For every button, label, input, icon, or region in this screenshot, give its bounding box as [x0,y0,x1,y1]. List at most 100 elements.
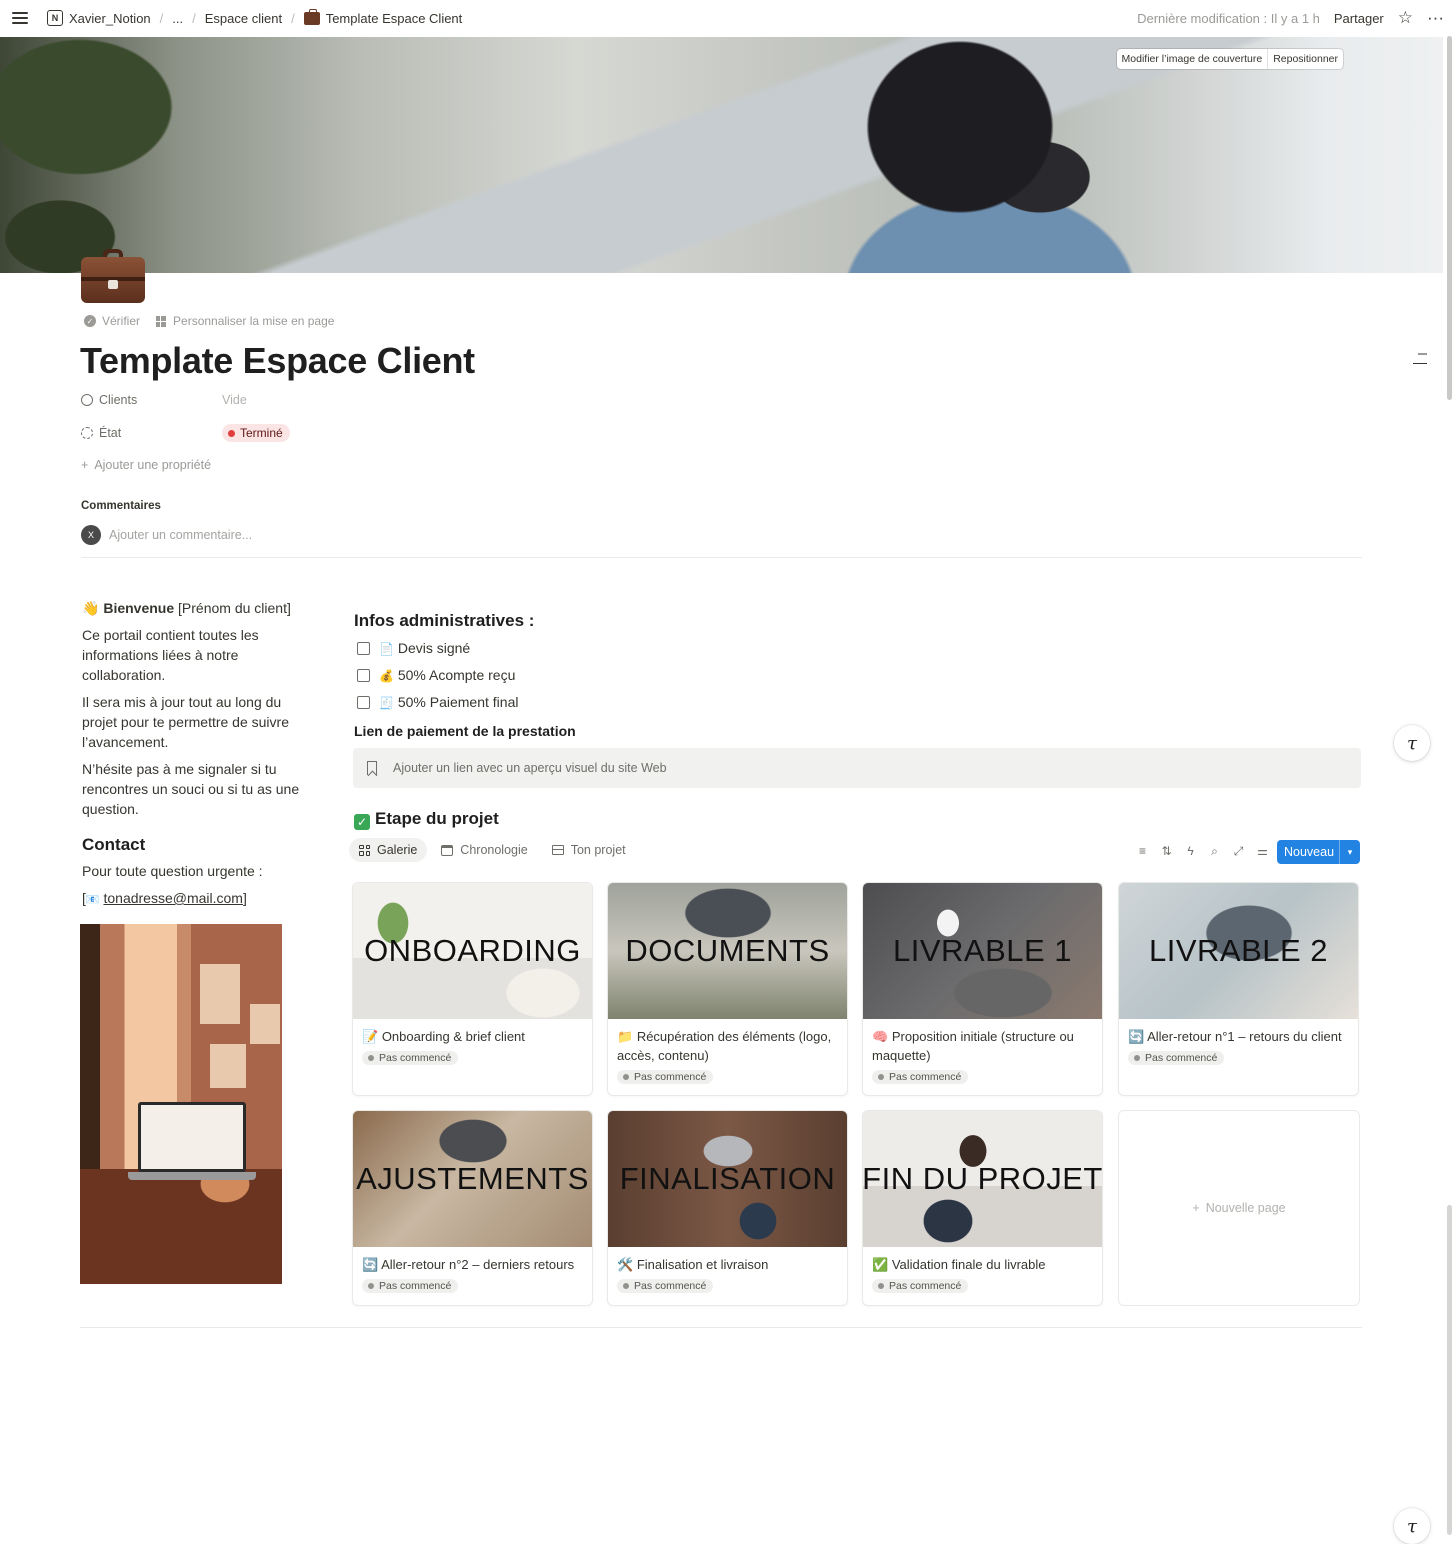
card-title: ✅ Validation finale du livrable [872,1255,1093,1274]
settings-icon[interactable]: ⚌ [1256,844,1269,859]
gallery-card[interactable]: FIN DU PROJET ✅ Validation finale du liv… [862,1110,1103,1306]
cover-image: Modifier l’image de couverture Repositio… [0,37,1443,273]
comment-input-row[interactable]: X Ajouter un commentaire... [81,525,252,545]
checkbox[interactable] [357,668,370,682]
briefcase-icon [303,8,320,25]
bracket: ] [242,890,247,906]
page-icon-briefcase[interactable] [81,249,145,303]
card-cover-text: ONBOARDING [364,933,581,968]
expand-icon[interactable]: ⤢ [1232,844,1245,859]
status-badge: Pas commencé [362,1051,459,1065]
card-title: 📁 Récupération des éléments (logo, accès… [617,1027,838,1065]
check-mark-icon: ✅ [872,1257,889,1272]
chevron-down-icon[interactable]: ▾ [1339,840,1360,864]
email-link[interactable]: tonadresse@mail.com [103,890,243,906]
person-icon [81,394,93,406]
tools-icon: 🛠️ [617,1257,634,1272]
property-name: État [99,426,122,440]
menu-icon[interactable] [12,12,28,24]
card-cover: FINALISATION [608,1111,847,1247]
check-mark-icon: ✓ [354,814,370,830]
gallery-card[interactable]: FINALISATION 🛠️ Finalisation et livraiso… [607,1110,848,1306]
view-tabs: Galerie Chronologie Ton projet [349,838,636,862]
last-modified: Dernière modification : Il y a 1 h [1137,10,1320,26]
breadcrumb-parent[interactable]: Espace client [202,9,285,28]
search-icon[interactable]: ⌕ [1208,844,1221,859]
breadcrumb-separator: / [192,10,196,26]
sort-icon[interactable]: ⇅ [1160,844,1173,859]
todo-item[interactable]: 🧾 50% Paiement final [357,694,518,710]
new-page-card[interactable]: + Nouvelle page [1118,1110,1360,1306]
welcome-paragraph-3: N’hésite pas à me signaler si tu rencont… [82,761,300,817]
page-title[interactable]: Template Espace Client [80,340,475,382]
breadcrumb-current[interactable]: Template Espace Client [301,8,466,28]
tab-gallery[interactable]: Galerie [349,838,428,862]
divider [81,557,1362,558]
automation-icon[interactable]: ϟ [1184,844,1197,859]
welcome-paragraph-2: Il sera mis à jour tout au long du proje… [82,694,289,750]
gallery-card[interactable]: ONBOARDING 📝 Onboarding & brief client P… [352,882,593,1096]
todo-item[interactable]: 📄 Devis signé [357,640,470,656]
property-clients[interactable]: Clients Vide [81,393,247,407]
gallery-card[interactable]: AJUSTEMENTS 🔄 Aller-retour n°2 – dernier… [352,1110,593,1306]
bookmark-placeholder[interactable]: Ajouter un lien avec un aperçu visuel du… [353,748,1361,788]
breadcrumb-separator: / [159,10,164,26]
client-name-placeholder: [Prénom du client] [178,600,291,616]
card-cover-text: FIN DU PROJET [863,1161,1102,1196]
star-icon[interactable]: ☆ [1398,8,1413,28]
property-value[interactable]: Vide [222,393,247,407]
status-dot [228,429,235,437]
verify-button[interactable]: ✓ Vérifier [84,314,140,328]
ai-assistant-icon[interactable]: 𝜏 [1394,1508,1430,1544]
checkbox[interactable] [357,641,370,655]
memo-icon: 📝 [362,1029,379,1044]
cover-controls: Modifier l’image de couverture Repositio… [1116,49,1343,69]
document-icon: 📄 [379,642,394,656]
divider [80,1327,1362,1328]
gallery-card[interactable]: LIVRABLE 2 🔄 Aller-retour n°1 – retours … [1118,882,1359,1096]
reposition-button[interactable]: Repositionner [1267,49,1343,69]
money-bag-icon: 💰 [379,669,394,683]
tab-your-project[interactable]: Ton projet [542,838,636,862]
customize-layout-button[interactable]: Personnaliser la mise en page [156,314,334,328]
filter-icon[interactable]: ≡ [1136,844,1149,859]
status-badge: Pas commencé [872,1070,969,1084]
layout-icon [156,315,167,327]
receipt-icon: 🧾 [379,696,394,710]
add-property-button[interactable]: + Ajouter une propriété [81,458,211,472]
status-label: Pas commencé [1145,1052,1218,1064]
change-cover-button[interactable]: Modifier l’image de couverture [1117,49,1268,69]
checkbox[interactable] [357,695,370,709]
tab-label: Ton projet [570,843,626,857]
new-page-label: Nouvelle page [1205,1201,1286,1215]
plus-icon: + [81,458,89,472]
card-title: 📝 Onboarding & brief client [362,1027,583,1046]
card-cover: ONBOARDING [353,883,592,1019]
comment-input[interactable]: Ajouter un commentaire... [109,528,252,542]
add-property-label: Ajouter une propriété [94,458,212,472]
todo-item[interactable]: 💰 50% Acompte reçu [357,667,515,683]
workspace-illustration [80,924,282,1284]
card-title: 🔄 Aller-retour n°2 – derniers retours [362,1255,583,1274]
new-button[interactable]: Nouveau ▾ [1277,840,1360,864]
ai-assistant-icon[interactable]: 𝜏 [1394,725,1430,761]
status-badge[interactable]: Terminé [222,424,290,442]
tab-timeline[interactable]: Chronologie [431,838,537,862]
gallery-card[interactable]: DOCUMENTS 📁 Récupération des éléments (l… [607,882,848,1096]
status-label: Pas commencé [379,1280,452,1292]
plus-icon: + [1192,1201,1200,1215]
scrollbar[interactable] [1447,36,1452,400]
gallery-card[interactable]: LIVRABLE 1 🧠 Proposition initiale (struc… [862,882,1103,1096]
share-button[interactable]: Partager [1334,11,1384,26]
status-badge: Pas commencé [617,1070,714,1084]
breadcrumb-workspace[interactable]: N Xavier_Notion [44,8,154,28]
property-state[interactable]: État Terminé [81,424,290,442]
more-icon[interactable]: ··· [1427,8,1444,28]
card-cover: FIN DU PROJET [863,1111,1102,1247]
card-title: 🧠 Proposition initiale (structure ou maq… [872,1027,1093,1065]
breadcrumb-ellipsis[interactable]: ... [169,9,186,28]
table-of-contents-icon[interactable] [1413,353,1427,372]
admin-heading: Infos administratives : [354,611,535,630]
project-heading: ✓ Etape du projet [354,809,499,830]
timeline-icon [441,844,454,856]
